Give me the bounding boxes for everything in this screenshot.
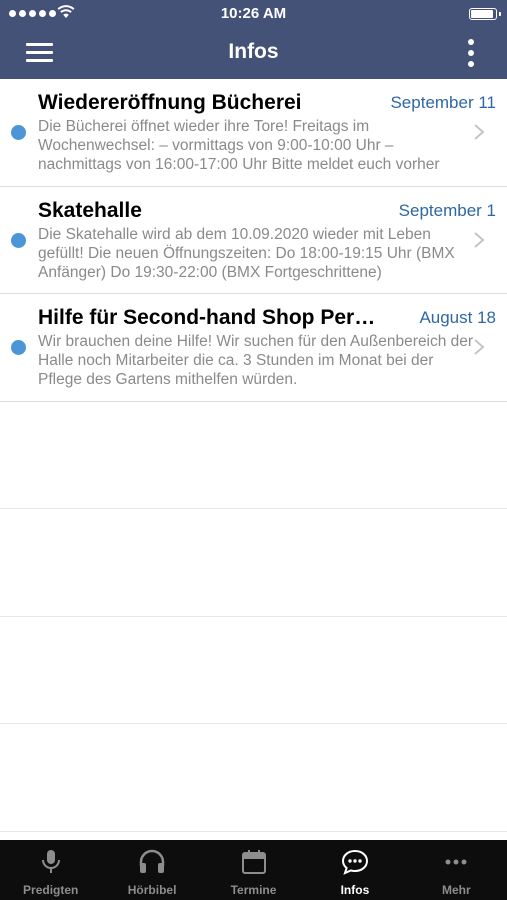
- tab-label: Predigten: [23, 883, 79, 897]
- chevron-right-icon: [474, 339, 485, 355]
- battery-icon: [469, 8, 501, 20]
- info-title: Wiedereröffnung Bücherei: [38, 91, 302, 114]
- headphones-icon: [139, 849, 165, 873]
- more-options-icon[interactable]: [459, 38, 483, 68]
- tab-hoerbibel[interactable]: Hörbibel: [101, 840, 202, 900]
- info-preview: Wir brauchen deine Hilfe! Wir suchen für…: [38, 333, 474, 388]
- info-list-item[interactable]: Wiedereröffnung Bücherei September 11 Di…: [0, 79, 507, 187]
- empty-list-row: [0, 617, 507, 724]
- tab-label: Infos: [340, 883, 370, 897]
- empty-list-row: [0, 509, 507, 617]
- unread-indicator: [11, 232, 26, 248]
- microphone-icon: [41, 850, 60, 873]
- tab-label: Mehr: [441, 883, 471, 897]
- tab-infos[interactable]: Infos: [304, 840, 405, 900]
- info-preview: Die Skatehalle wird ab dem 10.09.2020 wi…: [38, 225, 455, 281]
- chevron-right-icon: [474, 124, 485, 140]
- info-list: Wiedereröffnung Bücherei September 11 Di…: [0, 79, 507, 832]
- unread-indicator: [11, 340, 26, 355]
- status-bar: 10:26 AM: [0, 0, 507, 28]
- info-preview: Die Bücherei öffnet wieder ihre Tore! Fr…: [38, 118, 440, 173]
- unread-indicator: [11, 125, 26, 140]
- status-time: 10:26 AM: [220, 5, 287, 22]
- tab-predigten[interactable]: Predigten: [0, 840, 101, 900]
- info-date: August 18: [419, 308, 496, 327]
- info-date: September 1: [398, 200, 496, 220]
- app-header: 10:26 AM Infos: [0, 0, 507, 79]
- tab-mehr[interactable]: Mehr: [406, 840, 507, 900]
- info-date: September 11: [390, 93, 496, 112]
- tab-termine[interactable]: Termine: [203, 840, 304, 900]
- tab-bar: Predigten Hörbibel Termine Infos Mehr: [0, 840, 507, 900]
- more-dots-icon: [445, 859, 467, 865]
- info-list-item[interactable]: Hilfe für Second-hand Shop Perm... Augus…: [0, 294, 507, 402]
- chevron-right-icon: [474, 231, 485, 248]
- info-title: Hilfe für Second-hand Shop Perm...: [38, 306, 383, 329]
- page-title: Infos: [228, 40, 279, 63]
- chat-bubble-icon: [341, 849, 368, 875]
- calendar-icon: [241, 850, 266, 874]
- info-list-item[interactable]: Skatehalle September 1 Die Skatehalle wi…: [0, 186, 507, 294]
- empty-list-row: [0, 724, 507, 832]
- empty-list-row: [0, 402, 507, 509]
- info-title: Skatehalle: [38, 198, 142, 222]
- tab-label: Termine: [230, 883, 277, 897]
- nav-bar: Infos: [0, 28, 507, 79]
- tab-label: Hörbibel: [127, 883, 177, 897]
